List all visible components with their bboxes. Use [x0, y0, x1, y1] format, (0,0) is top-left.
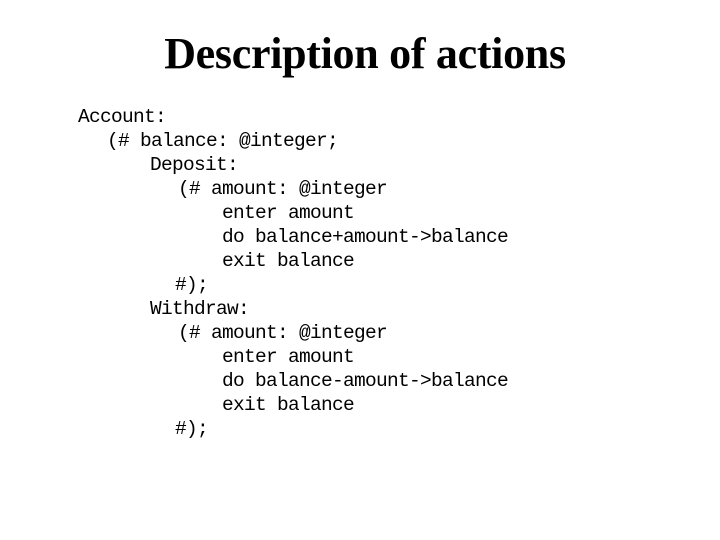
- code-line: enter amount: [222, 346, 355, 368]
- code-line: Withdraw:: [150, 298, 250, 320]
- code-line: do balance+amount->balance: [222, 226, 509, 248]
- slide-title: Description of actions: [164, 29, 566, 78]
- code-line: exit balance: [222, 394, 355, 416]
- code-line: #);: [175, 418, 209, 440]
- code-line: do balance-amount->balance: [222, 370, 509, 392]
- code-line: exit balance: [222, 250, 355, 272]
- code-line: (# amount: @integer: [178, 322, 388, 344]
- code-line: #);: [175, 274, 209, 296]
- code-line: (# balance: @integer;: [107, 130, 339, 152]
- code-line: Account:: [78, 106, 167, 128]
- code-line: enter amount: [222, 202, 355, 224]
- code-line: (# amount: @integer: [178, 178, 388, 200]
- code-line: Deposit:: [150, 154, 239, 176]
